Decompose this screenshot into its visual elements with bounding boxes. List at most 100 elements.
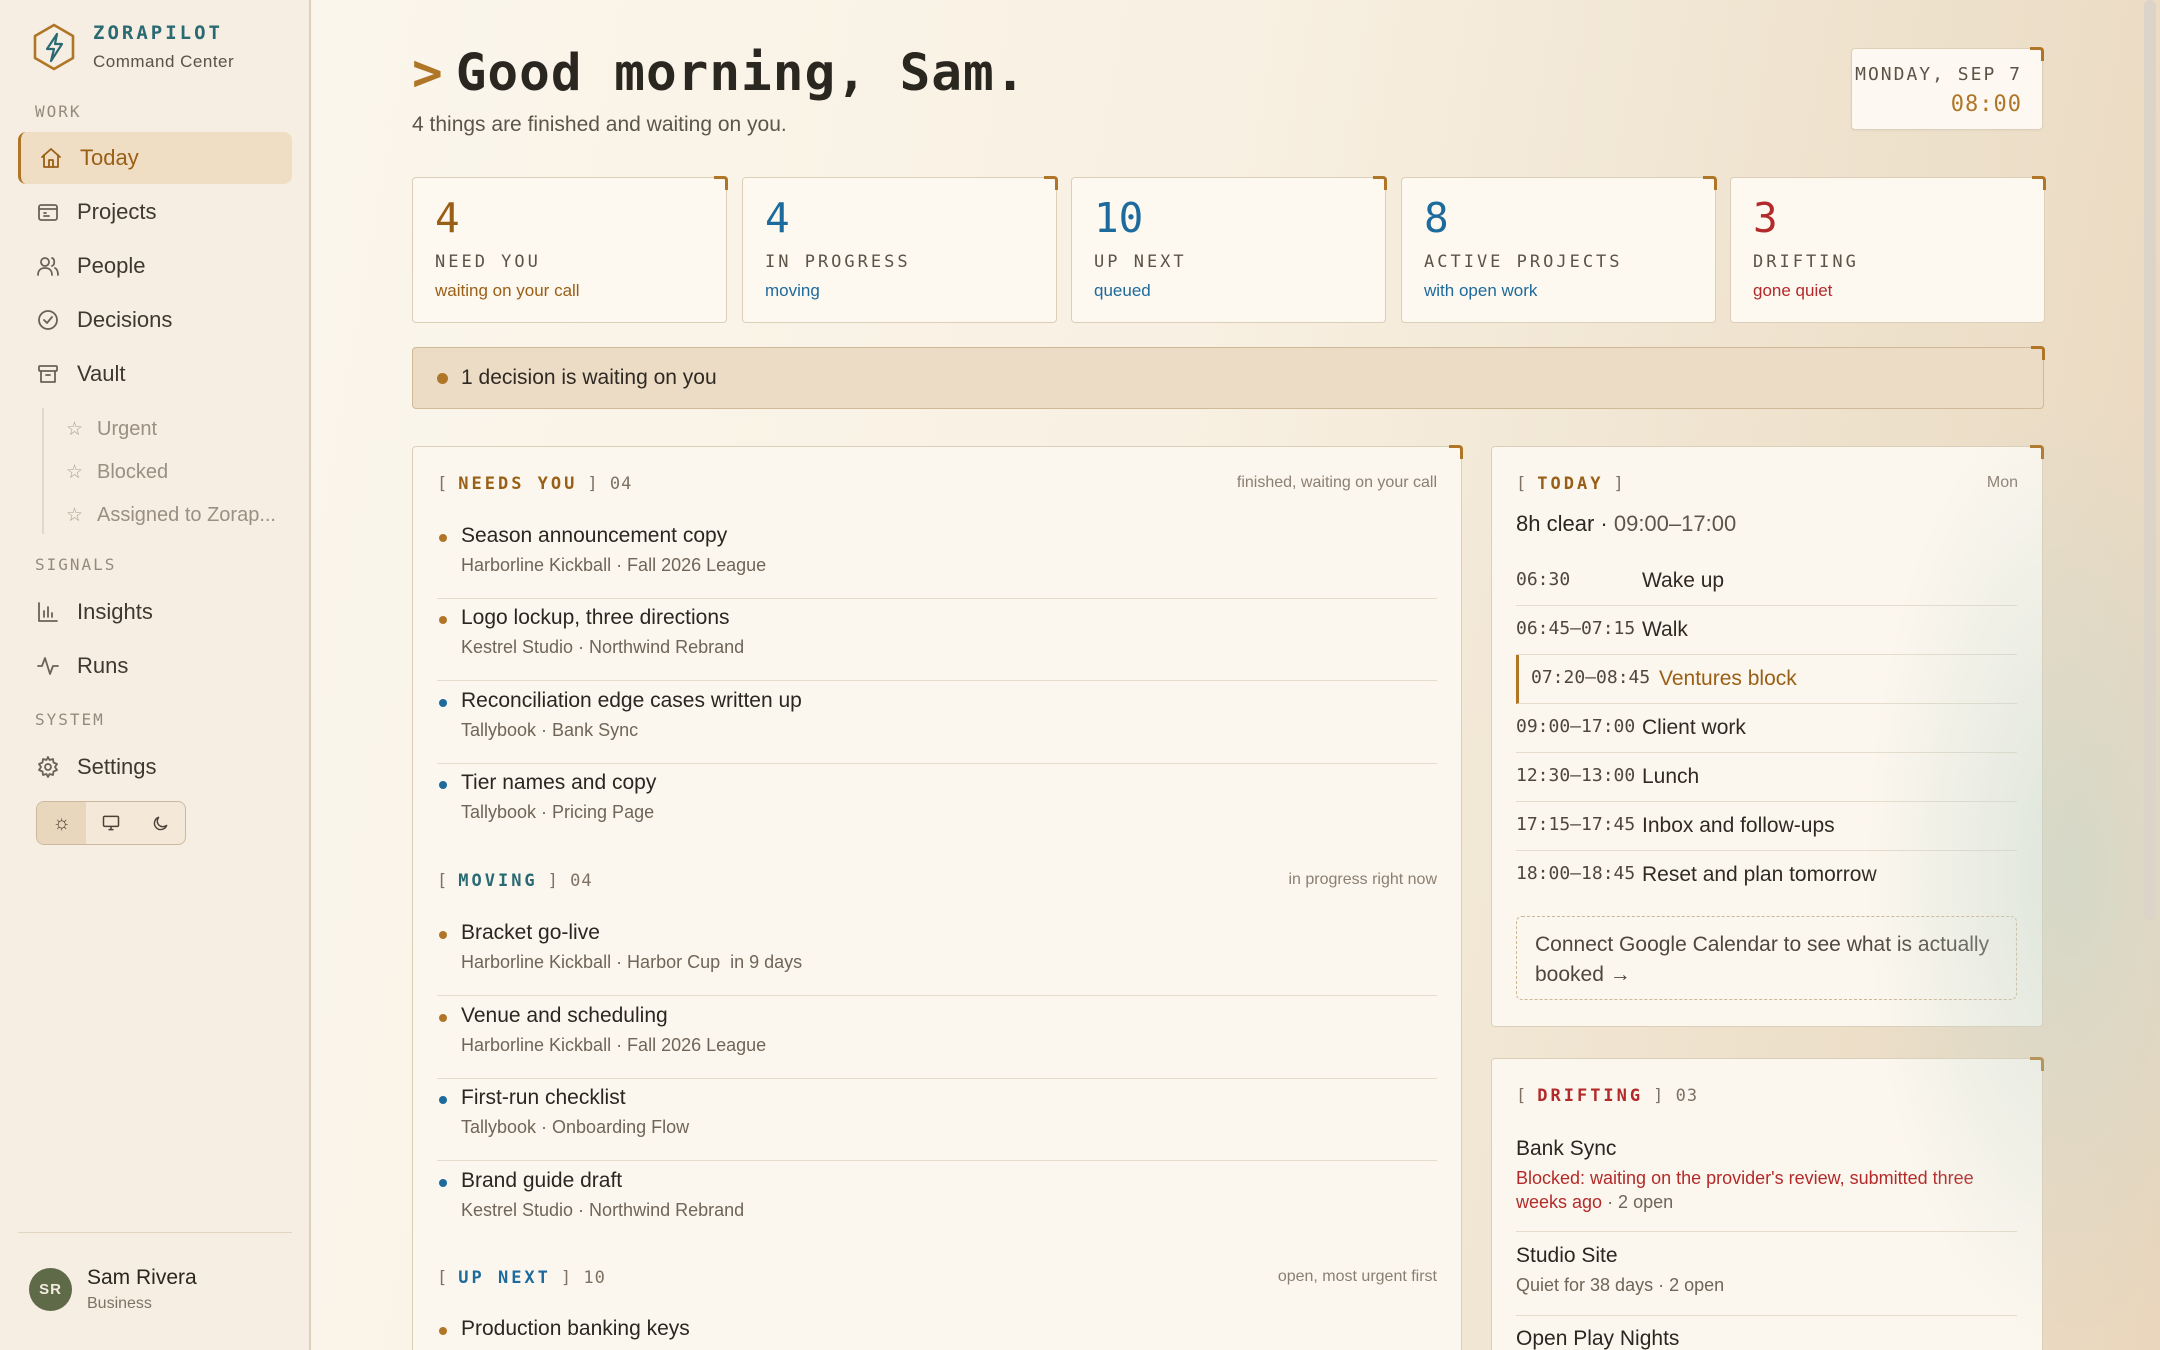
schedule-label: Walk: [1642, 618, 1688, 641]
open-count: · 2 open: [1602, 1192, 1674, 1212]
sidebar-item-settings[interactable]: Settings: [18, 741, 292, 793]
today-range: 09:00–17:00: [1613, 511, 1737, 536]
stat-label: IN PROGRESS: [765, 252, 911, 272]
list-item[interactable]: Production banking keys: [437, 1310, 1437, 1350]
item-title: Brand guide draft: [461, 1169, 623, 1192]
date-label: MONDAY, SEP 7: [1855, 64, 2022, 85]
stat-value: 4: [765, 194, 790, 242]
theme-system-button[interactable]: [86, 802, 135, 844]
schedule-row[interactable]: 17:15–17:45 Inbox and follow-ups: [1516, 802, 2017, 851]
schedule-row[interactable]: 18:00–18:45 Reset and plan tomorrow: [1516, 851, 2017, 900]
list-item[interactable]: First-run checklist Tallybook · Onboardi…: [437, 1079, 1437, 1161]
section-tag: NEEDS YOU: [458, 474, 578, 494]
schedule-row-current[interactable]: 07:20–08:45 Ventures block: [1516, 655, 2017, 704]
sidebar-subitem-blocked[interactable]: ☆ Blocked: [66, 455, 168, 489]
schedule-time: 09:00–17:00: [1516, 716, 1636, 737]
greeting-text: Good morning, Sam.: [455, 44, 1027, 103]
drifting-panel: [DRIFTING] 03 Bank Sync Blocked: waiting…: [1491, 1057, 2044, 1350]
item-title: First-run checklist: [461, 1086, 626, 1109]
star-icon: ☆: [66, 461, 84, 483]
sidebar-subitem-assigned[interactable]: ☆ Assigned to Zorap...: [66, 498, 276, 532]
brand-name: ZORAPILOT: [93, 22, 223, 44]
list-item[interactable]: Season announcement copy Harborline Kick…: [437, 517, 1437, 599]
status-dot: [439, 1179, 447, 1187]
avatar: SR: [29, 1268, 72, 1311]
corner-accent: [2032, 176, 2046, 190]
today-summary: 8h clear · 09:00–17:00: [1516, 511, 1737, 536]
sidebar-item-runs[interactable]: Runs: [18, 640, 292, 692]
user-profile[interactable]: SR Sam Rivera Business: [29, 1266, 197, 1313]
stat-drifting[interactable]: 3 DRIFTING gone quiet: [1730, 176, 2046, 323]
user-plan: Business: [87, 1295, 152, 1312]
home-icon: [41, 148, 61, 168]
sidebar-subitem-urgent[interactable]: ☆ Urgent: [66, 412, 157, 446]
stat-value: 10: [1094, 194, 1144, 242]
section-note: finished, waiting on your call: [1236, 474, 1437, 491]
sidebar-item-today[interactable]: Today: [18, 132, 292, 184]
connect-calendar-button[interactable]: Connect Google Calendar to see what is a…: [1516, 916, 2017, 1000]
today-panel: [TODAY] Mon 8h clear · 09:00–17:00 06:30…: [1491, 445, 2044, 1027]
drifting-name: Studio Site: [1516, 1244, 1618, 1267]
schedule-row[interactable]: 06:45–07:15 Walk: [1516, 606, 2017, 655]
list-item[interactable]: Bracket go-live Harborline Kickball · Ha…: [437, 914, 1437, 996]
section-work: WORK: [35, 102, 82, 121]
sidebar-item-projects[interactable]: Projects: [18, 186, 292, 238]
section-header-drifting: [DRIFTING] 03: [1516, 1086, 1699, 1106]
item-meta: Kestrel Studio · Northwind Rebrand: [461, 637, 745, 657]
brand[interactable]: ZORAPILOT Command Center: [31, 22, 234, 72]
stat-up-next[interactable]: 10 UP NEXT queued: [1071, 176, 1387, 323]
stat-need-you[interactable]: 4 NEED YOU waiting on your call: [412, 176, 728, 323]
status-dot: [439, 699, 447, 707]
drifting-item[interactable]: Studio Site Quiet for 38 days · 2 open: [1516, 1244, 2017, 1316]
stat-in-progress[interactable]: 4 IN PROGRESS moving: [742, 176, 1058, 323]
item-title: Season announcement copy: [461, 524, 728, 547]
sidebar-item-decisions[interactable]: Decisions: [18, 294, 292, 346]
sidebar-item-vault[interactable]: Vault: [18, 348, 292, 400]
list-item[interactable]: Logo lockup, three directions Kestrel St…: [437, 599, 1437, 681]
stat-active-projects[interactable]: 8 ACTIVE PROJECTS with open work: [1401, 176, 1717, 323]
user-name: Sam Rivera: [87, 1266, 197, 1289]
drifting-name: Open Play Nights: [1516, 1327, 1680, 1350]
status-dot: [439, 616, 447, 624]
sidebar-item-label: Today: [80, 145, 139, 170]
theme-light-button[interactable]: ☼: [37, 802, 87, 844]
brand-subtitle: Command Center: [93, 52, 235, 71]
section-header-today: [TODAY]: [1516, 474, 1625, 494]
item-meta: Tallybook · Onboarding Flow: [461, 1117, 690, 1137]
check-circle-icon: [38, 310, 58, 330]
star-icon: ☆: [66, 504, 84, 526]
drifting-item[interactable]: Bank Sync Blocked: waiting on the provid…: [1516, 1137, 2017, 1232]
stat-value: 3: [1753, 194, 1778, 242]
section-note: open, most urgent first: [1277, 1268, 1437, 1285]
sidebar-item-label: Projects: [77, 199, 157, 224]
decision-alert-banner[interactable]: 1 decision is waiting on you: [412, 346, 2045, 409]
drifting-detail: Quiet for 38 days · 2 open: [1516, 1275, 1725, 1295]
list-item[interactable]: Tier names and copy Tallybook · Pricing …: [437, 764, 1437, 846]
list-item[interactable]: Venue and scheduling Harborline Kickball…: [437, 997, 1437, 1079]
theme-dark-button[interactable]: [136, 802, 185, 844]
stat-hint: gone quiet: [1753, 281, 1833, 300]
list-item[interactable]: Reconciliation edge cases written up Tal…: [437, 682, 1437, 764]
schedule-label: Reset and plan tomorrow: [1642, 863, 1877, 886]
schedule-label: Lunch: [1642, 765, 1700, 788]
drifting-item[interactable]: Open Play Nights: [1516, 1327, 2017, 1350]
schedule-row[interactable]: 12:30–13:00 Lunch: [1516, 753, 2017, 802]
list-item[interactable]: Brand guide draft Kestrel Studio · North…: [437, 1162, 1437, 1244]
stat-hint: waiting on your call: [435, 281, 580, 300]
schedule-row[interactable]: 09:00–17:00 Client work: [1516, 704, 2017, 753]
schedule-row[interactable]: 06:30 Wake up: [1516, 557, 2017, 606]
archive-icon: [38, 365, 58, 383]
corner-accent: [1373, 176, 1387, 190]
schedule-label: Wake up: [1642, 569, 1725, 592]
item-meta: Harborline Kickball · Harbor Cup in 9 da…: [461, 952, 803, 972]
people-icon: [37, 257, 59, 276]
activity-icon: [37, 657, 59, 675]
stat-value: 4: [435, 194, 460, 242]
item-title: Production banking keys: [461, 1317, 690, 1340]
sidebar-item-people[interactable]: People: [18, 240, 292, 292]
section-tag: TODAY: [1537, 474, 1604, 494]
item-meta: Harborline Kickball · Fall 2026 League: [461, 1035, 767, 1055]
scrollbar[interactable]: [2144, 0, 2156, 920]
moon-icon: [153, 815, 168, 830]
sidebar-item-insights[interactable]: Insights: [18, 586, 292, 638]
